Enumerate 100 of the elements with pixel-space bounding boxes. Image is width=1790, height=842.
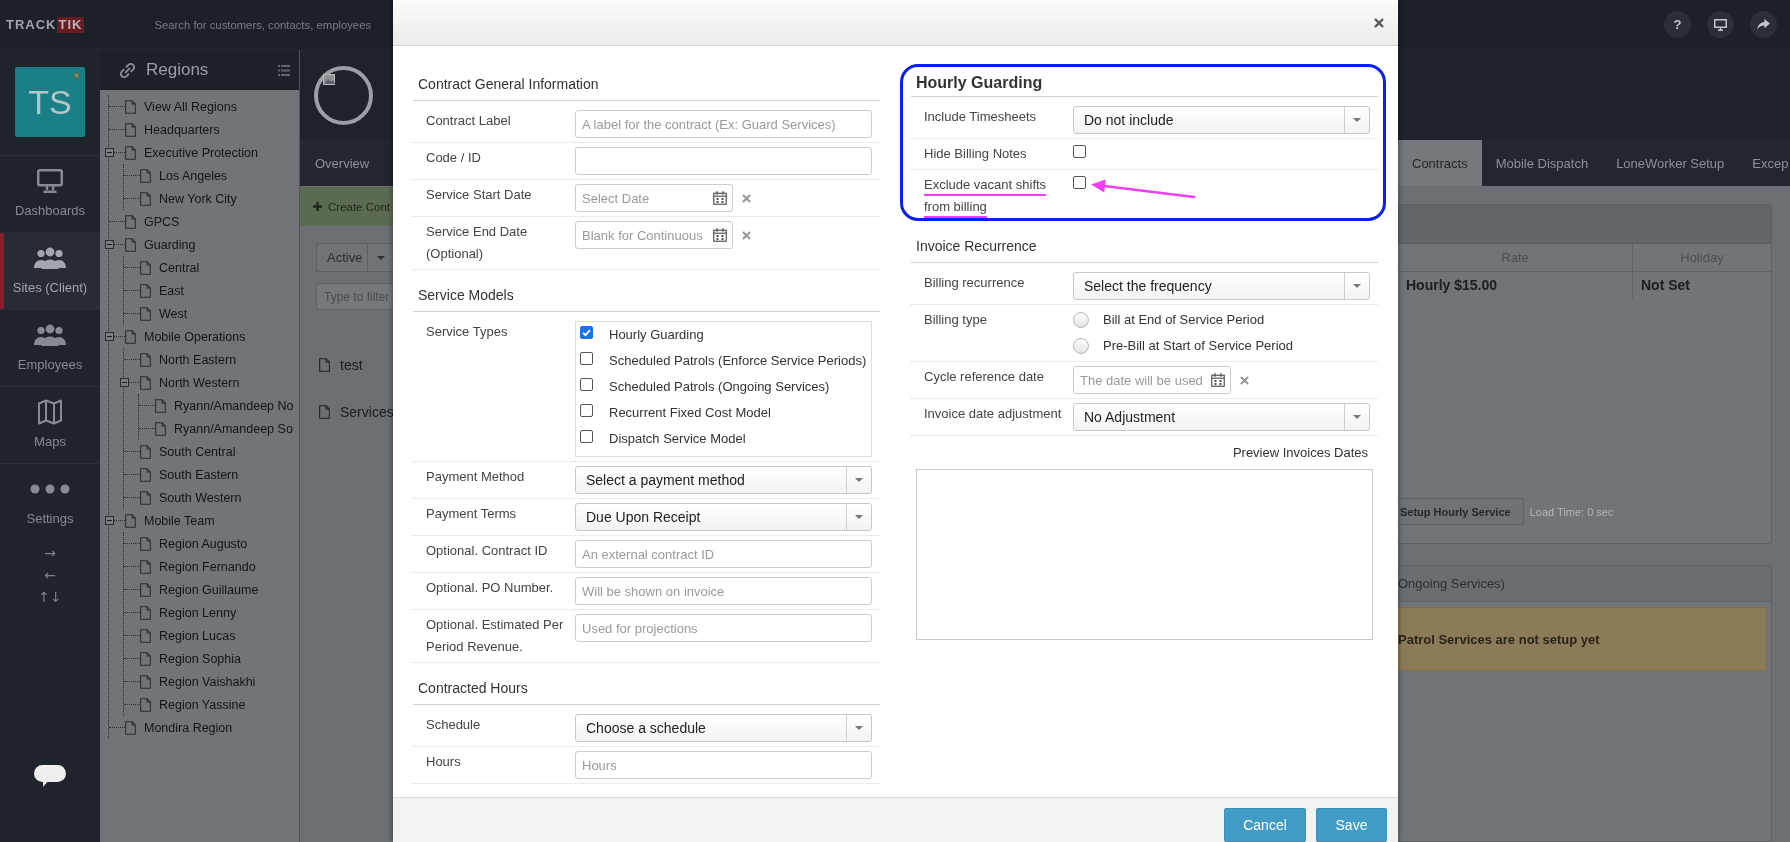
logo-text: TRACK xyxy=(6,16,57,33)
monitor-icon xyxy=(37,169,63,193)
checkbox[interactable] xyxy=(580,326,593,339)
tree-item[interactable]: Mobile Team xyxy=(125,512,215,529)
field-label: Hide Billing Notes xyxy=(924,145,1028,163)
help-button[interactable]: ? xyxy=(1664,11,1691,38)
tab[interactable]: Mobile Dispatch xyxy=(1481,140,1603,186)
save-button[interactable]: Save xyxy=(1316,808,1387,842)
section-title: Contracted Hours xyxy=(418,680,528,696)
tree-item[interactable]: GPCS xyxy=(125,213,180,230)
option-label: Bill at End of Service Period xyxy=(1103,311,1265,329)
tree-item[interactable]: North Western xyxy=(140,374,240,391)
checkbox[interactable] xyxy=(580,378,593,391)
checkbox[interactable] xyxy=(580,430,593,443)
tree-item[interactable]: Guarding xyxy=(125,236,196,253)
tree-item[interactable]: West xyxy=(140,305,188,322)
text-field[interactable] xyxy=(575,147,872,175)
field-label: Optional. Contract ID xyxy=(426,542,549,560)
cancel-button[interactable]: Cancel xyxy=(1224,808,1306,842)
tree-item[interactable]: Region Sophia xyxy=(140,650,241,667)
tree-item[interactable]: Region Lenny xyxy=(140,604,237,621)
dropdown[interactable]: Due Upon Receipt xyxy=(575,503,872,531)
checkbox[interactable] xyxy=(580,404,593,417)
tree-item[interactable]: South Central xyxy=(140,443,236,460)
warning-alert: Patrol Services are not setup yet xyxy=(1398,607,1767,671)
arrow-button[interactable]: → xyxy=(44,542,56,564)
dropdown[interactable]: Choose a schedule xyxy=(575,714,872,742)
collapse-icon[interactable] xyxy=(105,332,114,341)
date-field[interactable]: The date will be used xyxy=(1073,366,1231,394)
tree-item[interactable]: New York City xyxy=(140,190,237,207)
calendar-icon[interactable] xyxy=(1211,373,1225,387)
tree-item[interactable]: North Eastern xyxy=(140,351,237,368)
tree-item[interactable]: Executive Protection xyxy=(125,144,258,161)
date-field[interactable]: Select Date xyxy=(575,184,733,212)
checkbox[interactable] xyxy=(1073,145,1086,158)
clear-icon[interactable] xyxy=(1240,375,1249,385)
create-button[interactable]: Create Cont xyxy=(300,187,393,226)
collapse-icon[interactable] xyxy=(105,148,114,157)
option-label: Scheduled Patrols (Ongoing Services) xyxy=(609,378,830,396)
tree-item[interactable]: Ryann/Amandeep No xyxy=(155,397,294,414)
clear-icon[interactable] xyxy=(742,193,751,203)
status-dropdown[interactable]: Active xyxy=(316,243,393,272)
tree-item[interactable]: Region Guillaume xyxy=(140,581,259,598)
text-field[interactable]: Used for projections xyxy=(575,614,872,642)
date-field[interactable]: Blank for Continuous xyxy=(575,221,733,249)
radio-button[interactable] xyxy=(1073,338,1089,354)
collapse-icon[interactable] xyxy=(105,516,114,525)
tree-item[interactable]: Central xyxy=(140,259,200,276)
contract-item[interactable]: test xyxy=(300,341,394,388)
dropdown[interactable]: Select the frequency xyxy=(1073,272,1370,300)
arrow-button[interactable]: ↑↓ xyxy=(38,586,62,608)
tree-item[interactable]: Region Yassine xyxy=(140,696,246,713)
tab[interactable]: Contracts xyxy=(1398,140,1482,186)
collapse-icon[interactable] xyxy=(105,240,114,249)
tree-item[interactable]: South Western xyxy=(140,489,242,506)
field-label: Hours xyxy=(426,753,462,771)
tree-item[interactable]: Ryann/Amandeep So xyxy=(155,420,293,437)
text-field[interactable]: An external contract ID xyxy=(575,540,872,568)
contract-item[interactable]: Services xyxy=(300,388,394,435)
tree-item[interactable]: Region Augusto xyxy=(140,535,248,552)
dropdown[interactable]: No Adjustment xyxy=(1073,403,1370,431)
nav-item[interactable]: Sites (Client) xyxy=(0,232,100,309)
tab[interactable]: Excep xyxy=(1738,140,1789,186)
tree-item[interactable]: Mobile Operations xyxy=(125,328,246,345)
text-field[interactable]: Hours xyxy=(575,751,872,779)
tree-item[interactable]: Region Lucas xyxy=(140,627,236,644)
dropdown[interactable]: Do not include xyxy=(1073,106,1370,134)
tree-item[interactable]: Mondira Region xyxy=(125,719,233,736)
tree-item[interactable]: Region Vaishakhi xyxy=(140,673,256,690)
setup-button[interactable]: Setup Hourly Service xyxy=(1398,498,1524,525)
checkbox[interactable] xyxy=(1073,176,1086,189)
tree-item[interactable]: Region Fernando xyxy=(140,558,256,575)
monitor-icon xyxy=(1714,18,1727,31)
tree-item[interactable]: Headquarters xyxy=(125,121,220,138)
collapse-icon[interactable] xyxy=(120,378,129,387)
screen-button[interactable] xyxy=(1707,11,1734,38)
close-icon[interactable] xyxy=(1374,17,1384,28)
option-label: Pre-Bill at Start of Service Period xyxy=(1103,337,1294,355)
list-icon[interactable] xyxy=(278,64,290,76)
tree-item[interactable]: View All Regions xyxy=(125,98,237,115)
field-label: Include Timesheets xyxy=(924,108,1037,126)
checkbox[interactable] xyxy=(580,352,593,365)
search-field[interactable]: Search for customers, contacts, employees xyxy=(154,12,383,37)
clear-icon[interactable] xyxy=(742,230,751,240)
tree-item[interactable]: East xyxy=(140,282,184,299)
arrow-button[interactable]: ← xyxy=(44,564,56,586)
dropdown[interactable]: Select a payment method xyxy=(575,466,872,494)
load-time-text: Load Time: 0 sec xyxy=(1529,505,1614,518)
text-field[interactable]: A label for the contract (Ex: Guard Services) xyxy=(575,110,872,138)
share-button[interactable] xyxy=(1750,11,1777,38)
tree-item[interactable]: Los Angeles xyxy=(140,167,228,184)
calendar-icon[interactable] xyxy=(713,228,727,242)
tree-item[interactable]: South Eastern xyxy=(140,466,239,483)
field-label: Service Types xyxy=(426,323,509,341)
option-label: Recurrent Fixed Cost Model xyxy=(609,404,771,422)
radio-button[interactable] xyxy=(1073,312,1089,328)
text-field[interactable]: Will be shown on invoice xyxy=(575,577,872,605)
chat-bubble-icon[interactable] xyxy=(34,765,66,789)
tab[interactable]: LoneWorker Setup xyxy=(1602,140,1739,186)
calendar-icon[interactable] xyxy=(713,191,727,205)
